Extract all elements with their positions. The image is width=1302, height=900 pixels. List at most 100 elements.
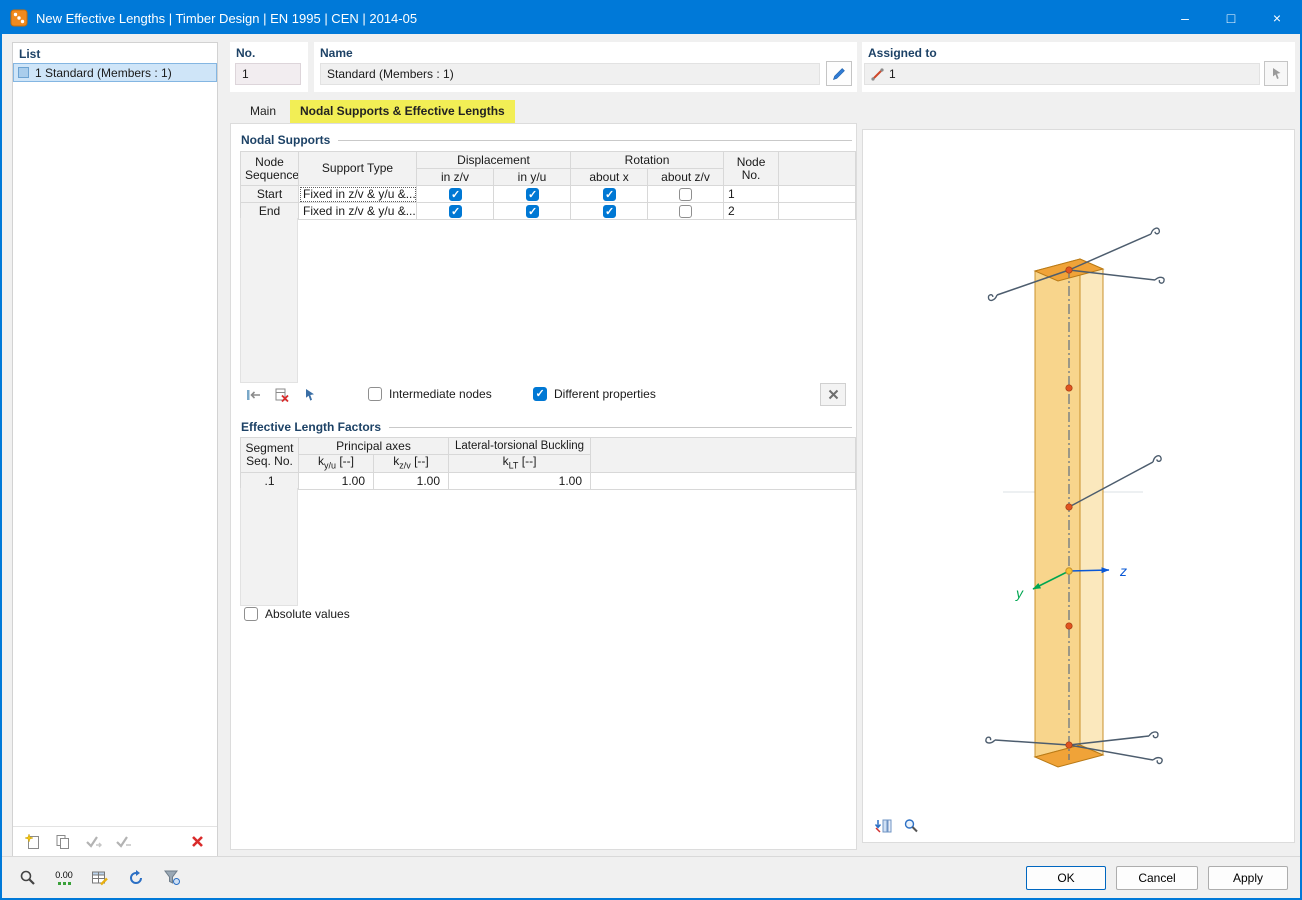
decimal-places-button[interactable]: 0.00	[50, 865, 78, 891]
checkbox[interactable]	[679, 188, 692, 201]
about-x-cell[interactable]	[571, 186, 648, 203]
uncheck-all-button[interactable]	[111, 831, 135, 853]
effective-lengths-list[interactable]: 1 Standard (Members : 1)	[13, 63, 217, 824]
apply-button[interactable]: Apply	[1208, 866, 1288, 890]
symbols-toggle-button[interactable]	[871, 815, 895, 837]
units-table-icon	[91, 870, 109, 886]
ok-button[interactable]: OK	[1026, 866, 1106, 890]
support-type-cell[interactable]: Fixed in z/v & y/u &...	[299, 203, 417, 220]
maximize-button[interactable]: □	[1208, 2, 1254, 34]
filler-cell	[591, 473, 856, 490]
list-item[interactable]: 1 Standard (Members : 1)	[13, 63, 217, 82]
copy-item-icon	[54, 833, 72, 851]
support-type-cell[interactable]: Fixed in z/v & y/u &...	[299, 186, 417, 203]
y-axis-label: y	[1015, 585, 1024, 601]
in-yu-cell[interactable]	[494, 203, 571, 220]
effective-length-table: Segment Seq. No. Principal axes Lateral-…	[240, 437, 856, 490]
col-segment: Segment Seq. No.	[241, 438, 299, 473]
list-item-label: 1 Standard (Members : 1)	[35, 66, 172, 80]
klt-cell[interactable]: 1.00	[449, 473, 591, 490]
different-properties-label: Different properties	[554, 387, 656, 401]
about-zv-cell[interactable]	[648, 203, 724, 220]
tab-nodal-supports[interactable]: Nodal Supports & Effective Lengths	[290, 100, 515, 123]
check-all-button[interactable]	[81, 831, 105, 853]
checkbox[interactable]	[526, 205, 539, 218]
different-properties-checkbox[interactable]	[533, 387, 547, 401]
close-button[interactable]: ×	[1254, 2, 1300, 34]
sequence-gutter	[240, 218, 298, 383]
name-box: Name Standard (Members : 1)	[314, 42, 857, 92]
cancel-button[interactable]: Cancel	[1116, 866, 1198, 890]
col-kzv: kz/v [--]	[374, 455, 449, 473]
refresh-button[interactable]	[122, 865, 150, 891]
copy-item-button[interactable]	[51, 831, 75, 853]
find-parameter-button[interactable]	[14, 865, 42, 891]
display-properties-button[interactable]	[899, 815, 923, 837]
in-yu-cell[interactable]	[494, 186, 571, 203]
column-front-face	[1035, 259, 1080, 757]
clear-supports-button[interactable]	[820, 383, 846, 406]
intermediate-nodes-label: Intermediate nodes	[389, 387, 492, 401]
about-zv-cell[interactable]	[648, 186, 724, 203]
list-toolbar	[13, 826, 217, 856]
select-node-button[interactable]	[298, 384, 322, 406]
units-settings-button[interactable]	[86, 865, 114, 891]
kyu-cell[interactable]: 1.00	[299, 473, 374, 490]
checkbox[interactable]	[449, 188, 462, 201]
name-field[interactable]: Standard (Members : 1)	[320, 63, 820, 85]
col-klt: kLT [--]	[449, 455, 591, 473]
col-group-ltb: Lateral-torsional Buckling	[449, 438, 591, 455]
absolute-values-row: Absolute values	[244, 607, 350, 621]
tab-content: Nodal Supports Node Sequence Support Typ…	[230, 123, 857, 850]
title-bar: New Effective Lengths | Timber Design | …	[2, 2, 1300, 34]
intermediate-nodes-row: Intermediate nodes	[368, 387, 492, 401]
tab-strip: Main Nodal Supports & Effective Lengths	[230, 97, 857, 123]
funnel-icon	[163, 869, 181, 886]
table-row: .1 1.00 1.00 1.00	[241, 473, 856, 490]
symbols-toggle-icon	[874, 818, 892, 834]
rename-button[interactable]	[826, 61, 852, 86]
viewport-panel: y z	[862, 129, 1295, 843]
no-value: 1	[242, 67, 249, 81]
node-no-cell: 1	[724, 186, 779, 203]
in-zv-cell[interactable]	[417, 203, 494, 220]
checkbox[interactable]	[603, 205, 616, 218]
check-all-icon	[84, 834, 102, 850]
col-group-rotation: Rotation	[571, 152, 724, 169]
magnifier-icon	[903, 818, 919, 834]
delete-item-icon	[190, 834, 205, 849]
select-objects-button[interactable]	[1264, 61, 1288, 86]
absolute-values-label: Absolute values	[265, 607, 350, 621]
minimize-button[interactable]: –	[1162, 2, 1208, 34]
nodal-supports-toolbar: Intermediate nodes Different properties	[240, 383, 852, 407]
intermediate-nodes-checkbox[interactable]	[368, 387, 382, 401]
about-x-cell[interactable]	[571, 203, 648, 220]
checkbox[interactable]	[679, 205, 692, 218]
no-field[interactable]: 1	[235, 63, 301, 85]
checkbox[interactable]	[449, 205, 462, 218]
tab-main[interactable]: Main	[238, 100, 288, 123]
col-about-x: about x	[571, 169, 648, 186]
member-icon	[871, 68, 884, 81]
uncheck-all-icon	[114, 834, 132, 850]
in-zv-cell[interactable]	[417, 186, 494, 203]
col-about-zv: about z/v	[648, 169, 724, 186]
list-label: List	[19, 47, 40, 61]
3d-viewport[interactable]: y z	[863, 130, 1296, 844]
insert-row-button[interactable]	[242, 384, 266, 406]
col-group-principal-axes: Principal axes	[299, 438, 449, 455]
cursor-arrow-icon	[1271, 67, 1282, 80]
kzv-cell[interactable]: 1.00	[374, 473, 449, 490]
filter-settings-button[interactable]	[158, 865, 186, 891]
viewport-toolbar	[871, 815, 923, 837]
checkbox[interactable]	[603, 188, 616, 201]
assigned-field[interactable]: 1	[864, 63, 1260, 85]
nodal-supports-section-header: Nodal Supports	[241, 133, 852, 147]
checkbox[interactable]	[526, 188, 539, 201]
delete-row-button[interactable]	[270, 384, 294, 406]
new-item-button[interactable]	[21, 831, 45, 853]
nodal-supports-title: Nodal Supports	[241, 133, 330, 147]
insert-row-icon	[245, 388, 263, 402]
absolute-values-checkbox[interactable]	[244, 607, 258, 621]
delete-item-button[interactable]	[185, 831, 209, 853]
